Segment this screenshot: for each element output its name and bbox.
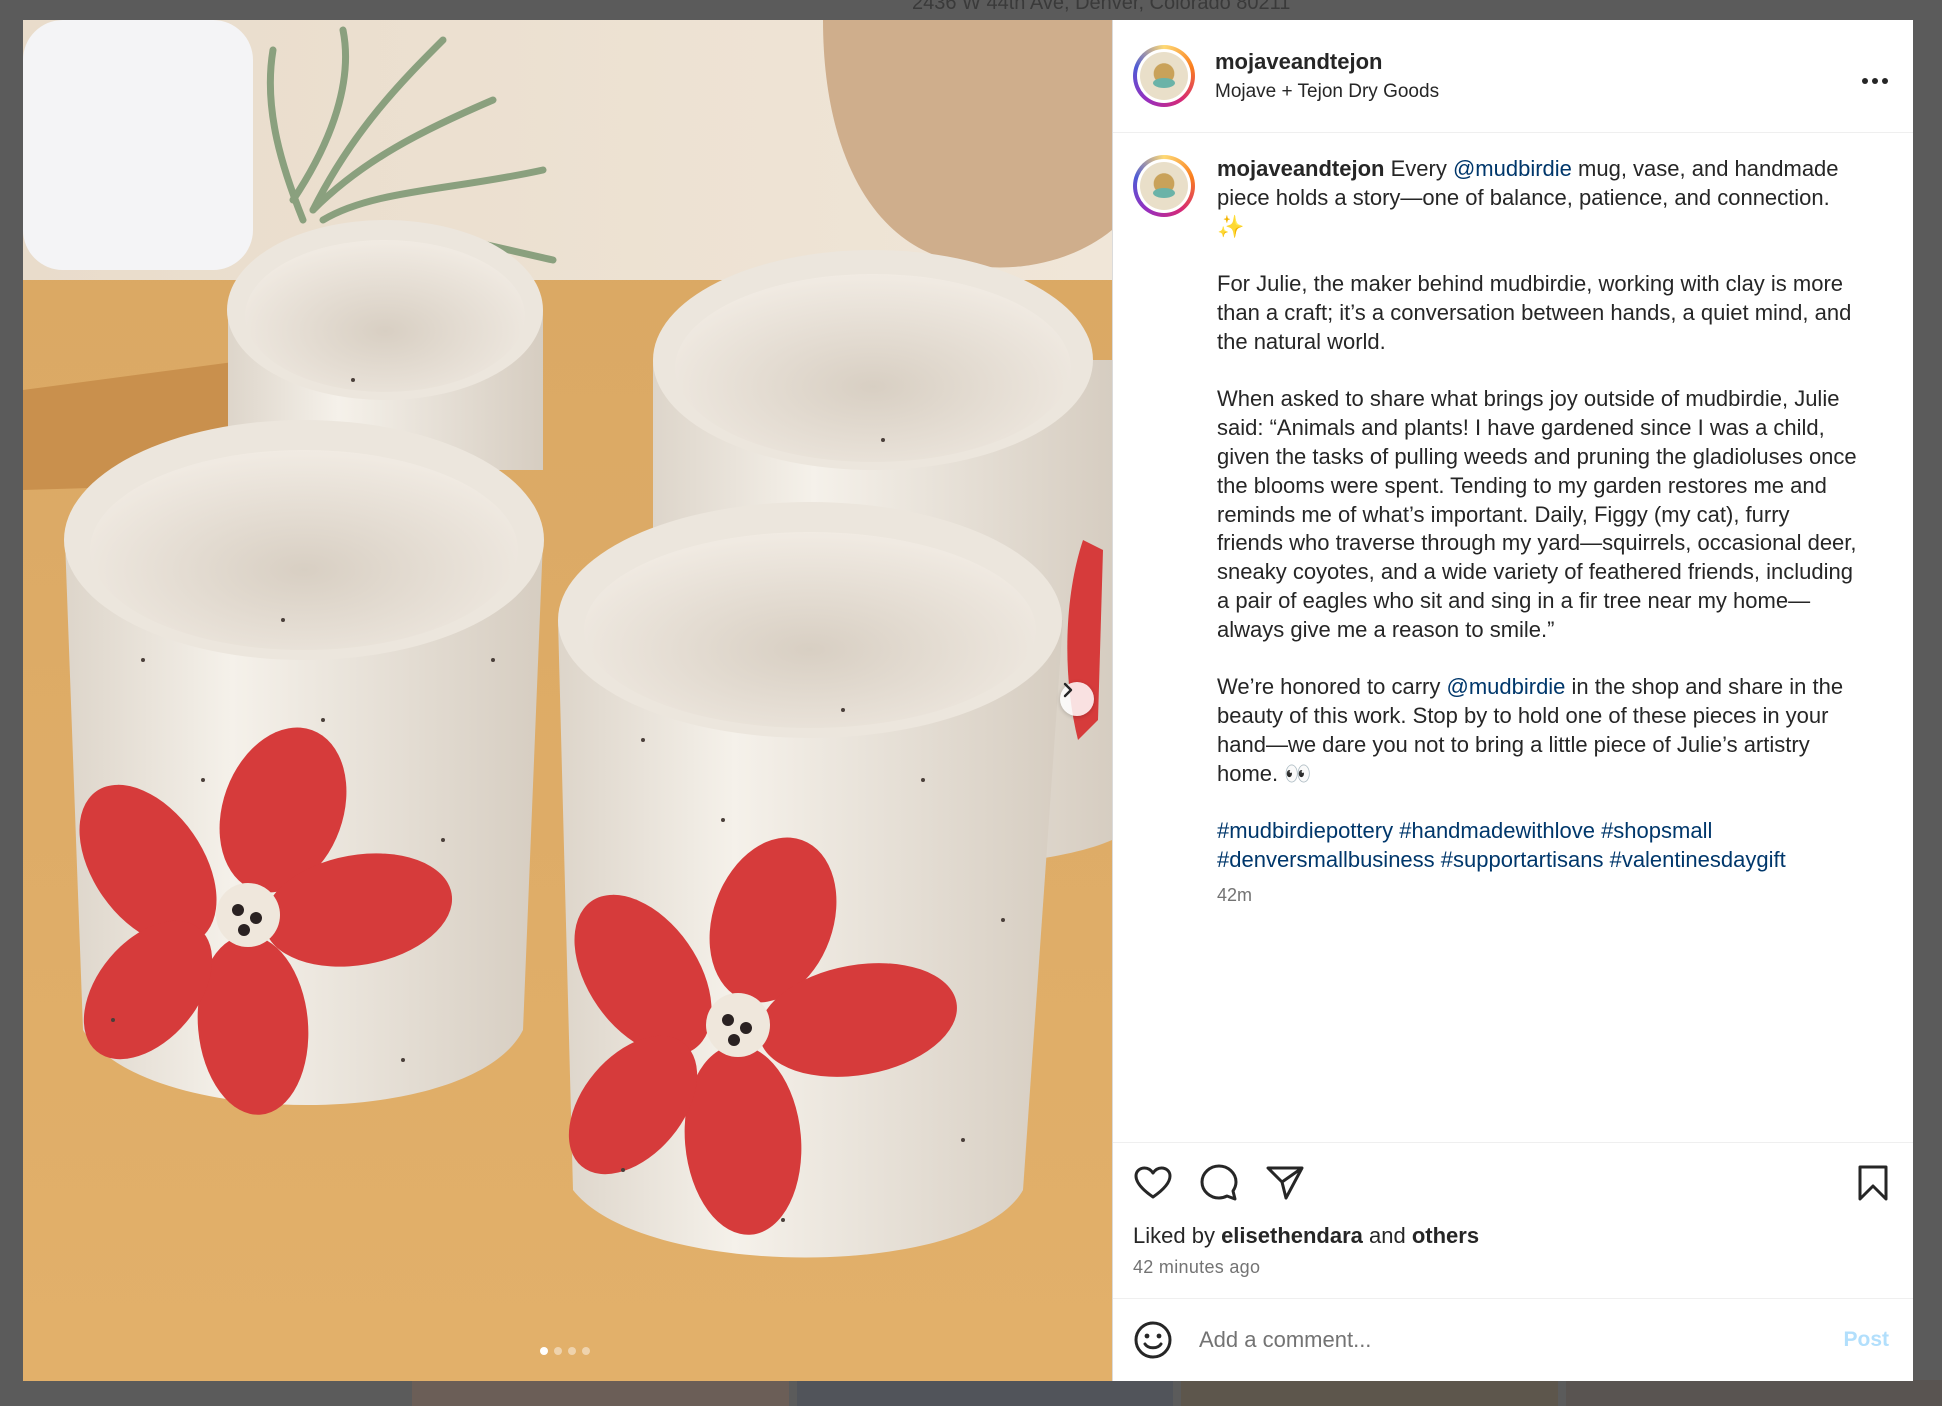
avatar-image — [1140, 52, 1188, 100]
save-button[interactable] — [1853, 1163, 1893, 1203]
post-modal: mojaveandtejon Mojave + Tejon Dry Goods … — [23, 20, 1913, 1381]
pottery-cups-image — [23, 20, 1112, 1381]
likes-prefix: Liked by — [1133, 1223, 1222, 1248]
caption-timestamp[interactable]: 42m — [1217, 881, 1857, 910]
comment-icon — [1200, 1164, 1238, 1201]
caption-paragraph: When asked to share what brings joy outs… — [1217, 386, 1857, 642]
carousel-dot — [554, 1347, 562, 1355]
hashtag-link[interactable]: #shopsmall — [1601, 818, 1712, 843]
post-caption: mojaveandtejon Every @mudbirdie mug, vas… — [1217, 155, 1857, 1142]
more-icon — [1862, 78, 1888, 84]
comment-bar: Post — [1113, 1298, 1913, 1381]
likes-middle: and — [1362, 1223, 1412, 1248]
caption-area: mojaveandtejon Every @mudbirdie mug, vas… — [1113, 133, 1913, 1142]
caption-text: Every — [1390, 156, 1453, 181]
caption-text: We’re honored to carry — [1217, 674, 1447, 700]
chevron-right-icon — [1063, 682, 1073, 698]
like-button[interactable] — [1133, 1163, 1173, 1203]
hashtag-link[interactable]: #valentinesdaygift — [1610, 847, 1786, 872]
hashtag-link[interactable]: #handmadewithlove — [1399, 818, 1595, 843]
avatar-image — [1140, 162, 1188, 210]
comment-input[interactable] — [1197, 1326, 1844, 1354]
bookmark-icon — [1858, 1165, 1888, 1201]
liked-by-user-link[interactable]: elisethendara — [1221, 1223, 1363, 1248]
hashtag-link[interactable]: #denversmallbusiness — [1217, 847, 1435, 872]
share-button[interactable] — [1265, 1163, 1305, 1203]
caption-avatar[interactable] — [1133, 155, 1195, 217]
background-address: 2436 W 44th Ave, Denver, Colorado 80211 — [912, 0, 1291, 14]
emoji-icon — [1134, 1321, 1172, 1359]
likes-summary: Liked by elisethendara and others — [1113, 1223, 1913, 1249]
post-timestamp[interactable]: 42 minutes ago — [1113, 1249, 1913, 1278]
post-photo[interactable] — [23, 20, 1113, 1381]
post-comment-button[interactable]: Post — [1843, 1328, 1889, 1352]
mention-link[interactable]: @mudbirdie — [1446, 674, 1565, 699]
carousel-dot — [568, 1347, 576, 1355]
hashtag-link[interactable]: #supportartisans — [1441, 847, 1604, 872]
mention-link[interactable]: @mudbirdie — [1453, 156, 1572, 181]
background-thumbnails — [412, 1380, 1942, 1406]
heart-icon — [1134, 1166, 1172, 1199]
emoji-button[interactable] — [1133, 1320, 1173, 1360]
comment-button[interactable] — [1199, 1163, 1239, 1203]
carousel-indicator — [540, 1347, 590, 1355]
header-subtitle[interactable]: Mojave + Tejon Dry Goods — [1215, 81, 1861, 103]
post-side-panel: mojaveandtejon Mojave + Tejon Dry Goods … — [1113, 20, 1913, 1381]
thumbnail[interactable] — [412, 1380, 789, 1406]
thumbnail[interactable] — [1565, 1380, 1942, 1406]
action-bar — [1113, 1143, 1913, 1223]
thumbnail[interactable] — [1181, 1380, 1558, 1406]
carousel-dot — [582, 1347, 590, 1355]
share-icon — [1266, 1166, 1304, 1200]
likes-others-link[interactable]: others — [1412, 1223, 1479, 1248]
avatar[interactable] — [1133, 45, 1195, 107]
hashtag-link[interactable]: #mudbirdiepottery — [1217, 818, 1393, 843]
next-image-button[interactable] — [1060, 682, 1094, 716]
caption-username[interactable]: mojaveandtejon — [1217, 156, 1384, 181]
post-header: mojaveandtejon Mojave + Tejon Dry Goods — [1113, 20, 1913, 133]
header-username[interactable]: mojaveandtejon — [1215, 49, 1861, 75]
thumbnail[interactable] — [796, 1380, 1173, 1406]
post-footer: Liked by elisethendara and others 42 min… — [1113, 1142, 1913, 1381]
carousel-dot-active — [540, 1347, 548, 1355]
more-options-button[interactable] — [1861, 60, 1889, 92]
caption-paragraph: For Julie, the maker behind mudbirdie, w… — [1217, 271, 1852, 354]
